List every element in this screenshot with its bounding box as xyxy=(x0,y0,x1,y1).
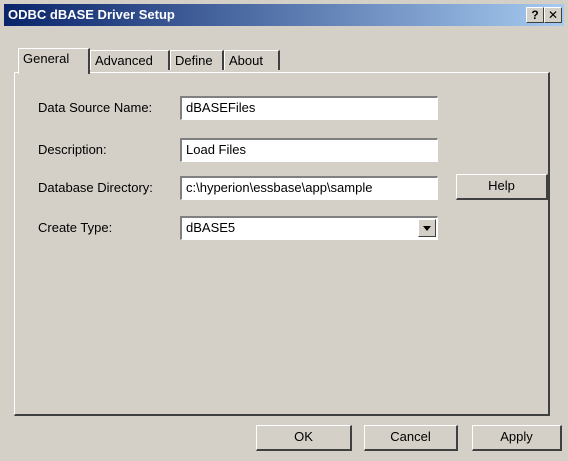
ok-button[interactable]: OK xyxy=(256,425,352,451)
tab-general[interactable]: General xyxy=(18,48,90,74)
create-type-combo[interactable]: dBASE5 xyxy=(180,216,438,240)
tab-about[interactable]: About xyxy=(224,50,280,70)
tab-advanced[interactable]: Advanced xyxy=(90,50,170,70)
help-button[interactable]: Help xyxy=(456,174,548,200)
cancel-button[interactable]: Cancel xyxy=(364,425,458,451)
description-label: Description: xyxy=(38,142,107,157)
title-bar: ODBC dBASE Driver Setup ? ✕ xyxy=(4,4,564,26)
database-directory-label: Database Directory: xyxy=(38,180,153,195)
data-source-name-label: Data Source Name: xyxy=(38,100,153,115)
description-field[interactable]: Load Files xyxy=(180,138,438,162)
general-tab-panel xyxy=(14,72,550,416)
apply-button[interactable]: Apply xyxy=(472,425,562,451)
database-directory-field[interactable]: c:\hyperion\essbase\app\sample xyxy=(180,176,438,200)
window-title: ODBC dBASE Driver Setup xyxy=(8,7,175,22)
data-source-name-field[interactable]: dBASEFiles xyxy=(180,96,438,120)
chevron-down-icon[interactable] xyxy=(418,219,436,237)
create-type-value: dBASE5 xyxy=(186,220,236,235)
create-type-label: Create Type: xyxy=(38,220,113,235)
tab-define[interactable]: Define xyxy=(170,50,224,70)
help-title-button[interactable]: ? xyxy=(526,7,544,23)
close-icon[interactable]: ✕ xyxy=(544,7,562,23)
